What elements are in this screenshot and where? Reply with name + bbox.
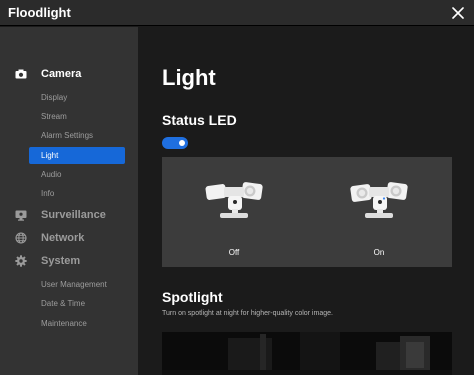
- sidebar-section-label: Camera: [41, 68, 82, 80]
- sidebar-section-label: System: [41, 255, 81, 267]
- gear-icon: [14, 254, 28, 268]
- sidebar-item-light[interactable]: Light: [29, 147, 125, 164]
- camera-icon: [14, 67, 28, 81]
- sidebar-item-stream[interactable]: Stream: [29, 108, 125, 125]
- floodlight-camera-on-icon: [350, 182, 408, 218]
- sidebar-item-maintenance[interactable]: Maintenance: [29, 315, 125, 332]
- app-title: Floodlight: [8, 5, 71, 20]
- monitor-icon: [14, 208, 28, 222]
- main-content: Light Status LED Off On Spotlight Turn o…: [138, 27, 474, 375]
- sidebar-section-label: Network: [41, 232, 85, 244]
- spotlight-title: Spotlight: [162, 289, 223, 305]
- sidebar-section-system[interactable]: System: [0, 251, 138, 271]
- sidebar-section-label: Surveillance: [41, 209, 106, 221]
- sidebar-item-audio[interactable]: Audio: [29, 166, 125, 183]
- title-bar: Floodlight: [0, 0, 474, 26]
- status-led-toggle[interactable]: [162, 137, 188, 149]
- sidebar-item-date-time[interactable]: Date & Time: [29, 295, 125, 312]
- page-title: Light: [162, 65, 216, 90]
- sidebar-item-info[interactable]: Info: [29, 185, 125, 202]
- sidebar-item-user-management[interactable]: User Management: [29, 276, 125, 293]
- status-led-option-on[interactable]: On: [329, 157, 429, 267]
- sidebar: Camera Display Stream Alarm Settings Lig…: [0, 27, 138, 375]
- globe-icon: [14, 231, 28, 245]
- spotlight-description: Turn on spotlight at night for higher-qu…: [162, 310, 333, 317]
- close-icon: [452, 7, 464, 19]
- status-led-option-off[interactable]: Off: [184, 157, 284, 267]
- sidebar-section-camera[interactable]: Camera: [0, 64, 138, 84]
- status-led-title: Status LED: [162, 112, 237, 128]
- night-scene-image: [162, 332, 452, 375]
- toggle-knob: [179, 140, 185, 146]
- close-button[interactable]: [446, 1, 470, 25]
- sidebar-section-network[interactable]: Network: [0, 228, 138, 248]
- spotlight-preview-image: [162, 332, 452, 375]
- status-led-option-label: Off: [228, 248, 240, 257]
- floodlight-camera-off-icon: [205, 182, 263, 218]
- status-led-options: Off On: [162, 157, 452, 267]
- sidebar-item-display[interactable]: Display: [29, 89, 125, 106]
- status-led-option-label: On: [373, 248, 385, 257]
- sidebar-item-alarm-settings[interactable]: Alarm Settings: [29, 127, 125, 144]
- sidebar-section-surveillance[interactable]: Surveillance: [0, 205, 138, 225]
